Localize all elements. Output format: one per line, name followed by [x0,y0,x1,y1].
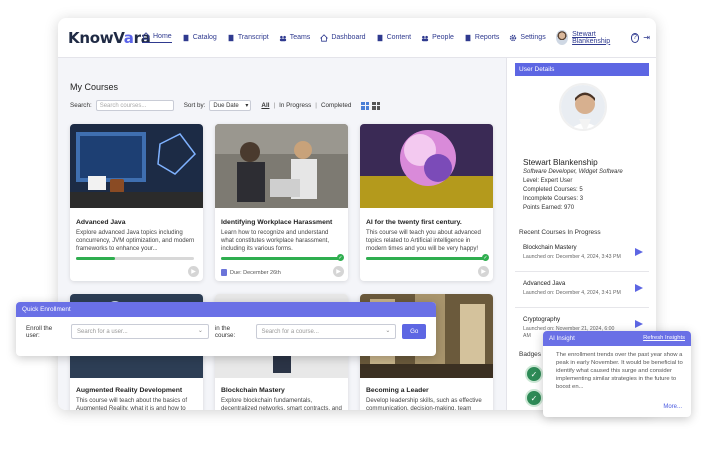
table-view-icon[interactable] [372,101,381,110]
go-button[interactable]: Go [402,324,427,339]
filter-in-progress[interactable]: In Progress [279,102,311,109]
help-icon[interactable]: ? [630,32,640,43]
nav-home[interactable]: Home [142,32,172,43]
ai-insight-title: AI Insight [549,335,575,342]
progress-bar [221,257,339,260]
progress-bar [366,257,484,260]
ai-insight-text: The enrollment trends over the past year… [556,352,683,390]
brand-logo[interactable]: KnowVara [68,29,151,47]
recent-course-item[interactable]: Blockchain Mastery Launched on: December… [515,238,649,272]
logout-icon[interactable]: ⇥ [643,33,650,42]
due-date: Due: December 26th [221,269,281,276]
grid-view-icon[interactable] [361,101,370,110]
course-image [215,124,348,208]
reports-icon [465,34,471,41]
user-name: Stewart Blankenship [523,158,598,167]
user-details-header: User Details [515,63,649,76]
nav-transcript[interactable]: Transcript [227,34,269,42]
badges-title: Badges [519,351,542,358]
play-icon[interactable]: ▶ [478,266,489,277]
top-nav-bar: KnowVara Home Catalog Transcript Teams D… [58,18,656,58]
quick-enrollment-title: Quick Enrollment [16,302,436,317]
course-image [70,124,203,208]
quick-enrollment-panel: Quick Enrollment Enroll the user: Search… [16,302,436,356]
completed-check-icon: ✓ [337,254,344,261]
catalog-icon [183,34,189,41]
points-earned: Points Earned: 970 [523,205,575,211]
user-job-title: Software Developer, Widget Software [523,169,623,175]
user-menu[interactable]: Stewart Blankenship [555,30,625,45]
completed-check-icon: ✓ [482,254,489,261]
page-title: My Courses [70,82,119,92]
nav-reports[interactable]: Reports [464,34,499,42]
badge-icon[interactable]: ✓ [525,365,543,383]
user-search-input[interactable]: Search for a user... [70,324,209,339]
home-icon [142,32,150,40]
course-search-input[interactable]: Search for a course... [255,324,397,339]
badge-icon[interactable]: ✓ [525,389,543,407]
profile-avatar [559,83,607,131]
play-icon[interactable] [635,320,643,328]
recent-courses-title: Recent Courses In Progress [519,229,601,236]
filter-completed[interactable]: Completed [321,102,351,109]
incomplete-count: Incomplete Courses: 3 [523,196,584,202]
nav-settings[interactable]: Settings [509,34,546,42]
course-image [360,124,493,208]
more-link[interactable]: More... [663,404,682,410]
nav-teams[interactable]: Teams [279,34,310,42]
nav-content[interactable]: Content [376,34,411,42]
avatar [555,30,569,45]
people-icon [421,35,429,41]
course-filters: Search: Search courses... Sort by: Due D… [70,100,381,111]
sort-select[interactable]: Due Date [209,100,252,111]
teams-icon [279,35,286,41]
play-icon[interactable] [635,284,643,292]
transcript-icon [228,34,234,41]
completed-count: Completed Courses: 5 [523,187,583,193]
course-card[interactable]: AI for the twenty first century. This co… [360,124,493,281]
play-icon[interactable] [635,248,643,256]
nav-dashboard[interactable]: Dashboard [320,33,366,42]
nav-people[interactable]: People [421,34,454,42]
play-icon[interactable]: ▶ [188,266,199,277]
play-icon[interactable]: ▶ [333,266,344,277]
document-icon [221,269,227,276]
refresh-insights-link[interactable]: Refresh Insights [643,331,685,346]
content-icon [377,34,382,41]
user-level: Level: Expert User [523,178,573,184]
dashboard-icon [320,33,329,42]
course-search-input[interactable]: Search courses... [95,100,174,111]
course-card[interactable]: Advanced Java Explore advanced Java topi… [70,124,203,281]
nav-catalog[interactable]: Catalog [182,34,217,42]
course-card[interactable]: Identifying Workplace Harassment Learn h… [215,124,348,281]
gear-icon [510,34,517,41]
recent-course-item[interactable]: Advanced Java Launched on: December 4, 2… [515,274,649,308]
my-courses-panel: My Courses Search: Search courses... Sor… [58,58,506,410]
filter-all[interactable]: All [261,102,269,109]
progress-bar [76,257,194,260]
ai-insight-panel: AI Insight Refresh Insights The enrollme… [543,331,691,417]
